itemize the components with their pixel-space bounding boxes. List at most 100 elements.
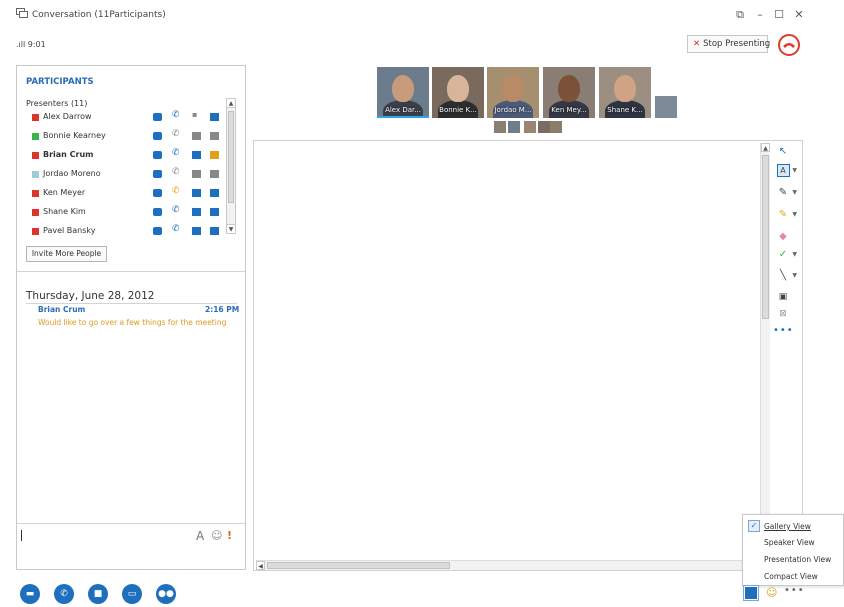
checkmark-icon: ✓: [748, 520, 760, 532]
highlighter-icon: ✎: [778, 209, 788, 220]
participant-row[interactable]: Pavel Bansky ✆: [26, 223, 226, 241]
more-tools[interactable]: •••: [773, 323, 793, 339]
presence-indicator: [32, 133, 39, 140]
mini-avatar[interactable]: [550, 121, 562, 133]
menu-item-label: Presentation View: [764, 555, 832, 564]
stamp-icon: ✓: [778, 249, 788, 260]
menu-item-label: Compact View: [764, 572, 818, 581]
sharing-icon: [210, 132, 219, 140]
maximize-icon[interactable]: ☐: [772, 9, 786, 21]
sharing-icon: [210, 189, 219, 197]
stamp-tool[interactable]: ✓ ▼: [773, 247, 797, 263]
whiteboard-stage[interactable]: [253, 140, 803, 571]
participant-avatar: [558, 75, 580, 102]
video-tile[interactable]: Alex Dar...: [377, 67, 429, 118]
call-icon: ✆: [172, 186, 180, 196]
call-icon: ✆: [172, 110, 180, 120]
scroll-up-icon[interactable]: ▲: [761, 143, 770, 152]
close-icon[interactable]: ✕: [792, 9, 806, 21]
dropdown-arrow-icon: ▼: [792, 189, 797, 196]
line-tool[interactable]: ╲ ▼: [773, 268, 797, 284]
participant-avatar: [392, 75, 414, 102]
stop-presenting-button[interactable]: ✕ Stop Presenting: [687, 35, 770, 53]
participant-avatar: [614, 75, 636, 102]
menu-item-compact-view[interactable]: Compact View: [764, 572, 818, 581]
scroll-left-icon[interactable]: ◀: [256, 561, 265, 570]
mini-avatar[interactable]: [524, 121, 536, 133]
participant-name: Shane Kim: [43, 207, 86, 216]
present-button[interactable]: ▭: [122, 584, 142, 604]
video-tile-label: Alex Dar...: [385, 106, 421, 114]
eraser-tool[interactable]: ◆: [773, 229, 793, 245]
message-sender: Brian Crum: [38, 305, 86, 314]
stop-icon: ✕: [693, 39, 701, 49]
presenters-header[interactable]: Presenters (11): [26, 99, 87, 108]
message-time: 2:16 PM: [205, 305, 240, 314]
emoticon-icon[interactable]: ☺: [211, 529, 222, 542]
participant-row[interactable]: Jordao Moreno ✆: [26, 166, 226, 184]
mini-avatar[interactable]: [494, 121, 506, 133]
text-tool[interactable]: A ▼: [773, 163, 797, 179]
scroll-up-icon[interactable]: ▲: [227, 99, 235, 108]
window-title: Conversation (11Participants): [32, 10, 166, 20]
self-video-thumbnail[interactable]: [655, 96, 677, 118]
stage-horizontal-scrollbar[interactable]: ◀: [256, 560, 758, 570]
hangup-button[interactable]: [778, 34, 800, 56]
view-menu: ✓ Gallery View Speaker View Presentation…: [742, 514, 844, 586]
mini-avatar[interactable]: [508, 121, 520, 133]
menu-item-gallery-view[interactable]: Gallery View: [764, 522, 811, 531]
highlighter-tool[interactable]: ✎ ▼: [773, 207, 797, 223]
select-tool[interactable]: ↖: [773, 144, 793, 160]
video-tile-label: Bonnie K...: [439, 106, 477, 114]
participant-name: Brian Crum: [43, 150, 94, 159]
participant-row[interactable]: Alex Darrow ✆ ▪: [26, 109, 226, 127]
conversation-icon: [16, 8, 28, 18]
text-caret: [21, 530, 22, 541]
video-tile[interactable]: Shane K...: [599, 67, 651, 118]
minimize-icon[interactable]: –: [753, 9, 767, 21]
video-tile[interactable]: Ken Mey...: [543, 67, 595, 118]
menu-item-speaker-view[interactable]: Speaker View: [764, 538, 815, 547]
stage-vertical-scrollbar[interactable]: ▲: [760, 143, 770, 559]
participant-row[interactable]: Brian Crum ✆: [26, 147, 226, 165]
menu-item-presentation-view[interactable]: Presentation View: [764, 555, 831, 564]
importance-icon[interactable]: !: [227, 529, 232, 542]
im-button[interactable]: ▬: [20, 584, 40, 604]
emoticon-icon[interactable]: ☺: [766, 586, 777, 599]
scroll-thumb[interactable]: [267, 562, 450, 569]
mini-avatar[interactable]: [538, 121, 550, 133]
line-icon: ╲: [779, 270, 787, 281]
invite-more-people-button[interactable]: Invite More People: [26, 246, 107, 262]
dropdown-arrow-icon: ▼: [792, 251, 797, 258]
call-icon: ✆: [172, 129, 180, 139]
video-icon: [192, 208, 201, 216]
delete-tool[interactable]: ⊠: [773, 306, 793, 322]
view-layout-button[interactable]: [743, 585, 759, 601]
video-icon: [192, 227, 201, 235]
im-icon: [153, 113, 162, 121]
scroll-thumb[interactable]: [228, 111, 234, 203]
sharing-icon: [210, 170, 219, 178]
more-options-icon[interactable]: •••: [784, 585, 805, 596]
video-tile[interactable]: Bonnie K...: [432, 67, 484, 118]
presence-indicator: [32, 114, 39, 121]
participant-avatar: [502, 75, 524, 102]
participant-row[interactable]: Bonnie Kearney ✆: [26, 128, 226, 146]
signal-icon: .ıll: [16, 40, 28, 49]
insert-image-tool[interactable]: ▣: [773, 289, 793, 305]
restore-down-icon[interactable]: ⧉: [733, 9, 747, 21]
call-button[interactable]: ✆: [54, 584, 74, 604]
participants-button[interactable]: ●●: [156, 584, 176, 604]
participant-row[interactable]: Ken Meyer ✆: [26, 185, 226, 203]
select-icon: ↖: [778, 146, 788, 157]
message-compose-area[interactable]: A ☺ !: [17, 523, 245, 570]
video-tile[interactable]: Jordao M...: [487, 67, 539, 118]
scroll-down-icon[interactable]: ▼: [227, 224, 235, 233]
pen-tool[interactable]: ✎ ▼: [773, 185, 797, 201]
participants-scrollbar[interactable]: ▲ ▼: [226, 98, 236, 234]
font-icon[interactable]: A: [196, 529, 204, 543]
video-off-icon: ▪: [192, 110, 198, 119]
scroll-thumb[interactable]: [762, 155, 769, 319]
participant-row[interactable]: Shane Kim ✆: [26, 204, 226, 222]
video-button[interactable]: ■: [88, 584, 108, 604]
